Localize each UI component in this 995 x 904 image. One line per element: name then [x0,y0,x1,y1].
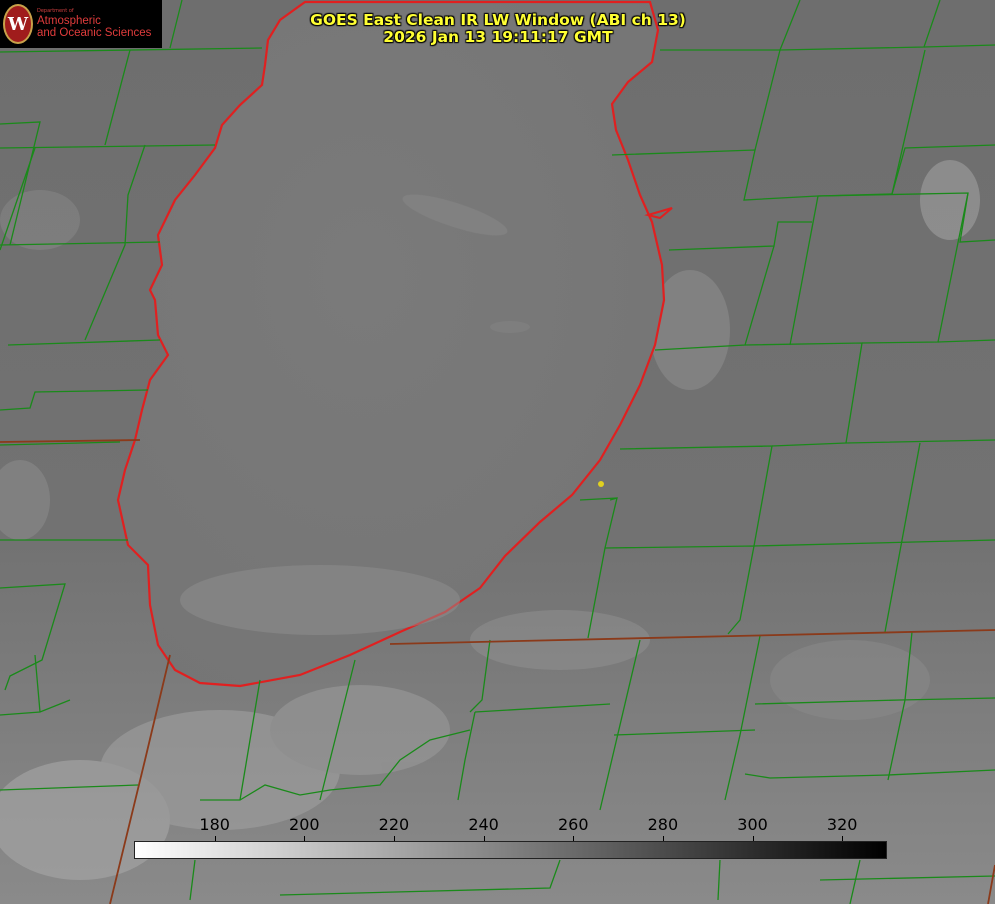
uw-aos-logo: W Department of Atmospheric and Oceanic … [0,0,162,48]
colorbar-tick-label: 220 [378,815,410,834]
colorbar-tick [752,836,754,841]
colorbar-tick [842,836,844,841]
colorbar-tick-label: 300 [737,815,768,834]
title-product: GOES East Clean IR LW Window (ABI ch 13) [310,11,686,29]
logo-line-2: and Oceanic Sciences [37,26,152,39]
title-timestamp: 2026 Jan 13 19:11:17 GMT [383,28,613,46]
image-title: GOES East Clean IR LW Window (ABI ch 13)… [300,12,696,46]
colorbar-tick-label: 200 [289,815,320,834]
colorbar-tick [573,836,575,841]
station-marker [598,481,604,487]
colorbar-tick [393,836,395,841]
satellite-map [0,0,995,904]
colorbar-tick [662,836,664,841]
logo-line-1: Atmospheric [37,14,101,27]
colorbar-tick [214,836,216,841]
temperature-colorbar [134,841,887,859]
colorbar-tick-label: 260 [557,815,589,834]
colorbar-tick-label: 280 [647,815,679,834]
colorbar-tick-label: 180 [199,815,230,834]
colorbar-tick-label: 320 [826,815,858,834]
uw-seal: W [3,4,33,44]
colorbar-tick [304,836,306,841]
colorbar-tick [483,836,485,841]
colorbar-tick-label: 240 [468,815,499,834]
